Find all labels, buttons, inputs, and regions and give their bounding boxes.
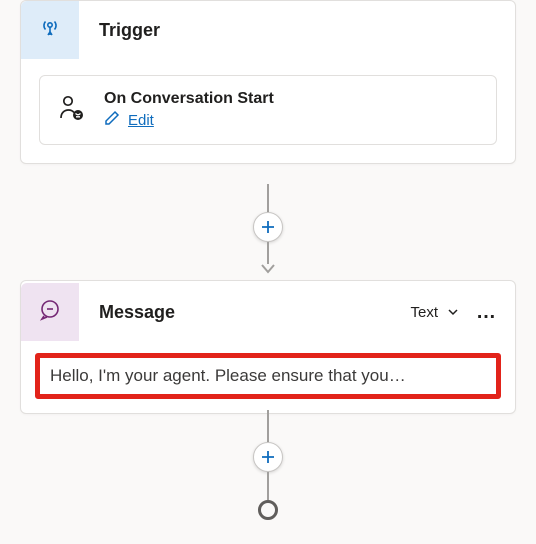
trigger-icon-tile bbox=[21, 1, 79, 59]
message-icon-tile bbox=[21, 283, 79, 341]
pencil-icon bbox=[104, 110, 120, 130]
connector-line bbox=[267, 472, 269, 500]
flow-end-terminator bbox=[258, 500, 278, 520]
plus-icon bbox=[260, 449, 276, 465]
connector-line bbox=[267, 184, 269, 212]
arrow-down-icon bbox=[259, 262, 277, 281]
plus-icon bbox=[260, 219, 276, 235]
edit-trigger-link[interactable]: Edit bbox=[104, 110, 274, 130]
add-node-button[interactable] bbox=[253, 442, 283, 472]
message-title: Message bbox=[99, 302, 175, 323]
message-type-label: Text bbox=[410, 304, 438, 321]
chevron-down-icon bbox=[446, 305, 460, 319]
antenna-icon bbox=[38, 16, 62, 45]
edit-trigger-label: Edit bbox=[128, 112, 154, 129]
message-text-input[interactable]: Hello, I'm your agent. Please ensure tha… bbox=[35, 353, 501, 399]
message-type-select[interactable]: Text bbox=[410, 304, 460, 321]
trigger-event-panel[interactable]: On Conversation Start Edit bbox=[39, 75, 497, 145]
chat-bubble-icon bbox=[38, 298, 62, 327]
connector-line bbox=[267, 242, 269, 264]
trigger-node-card: Trigger On Conversation Start bbox=[20, 0, 516, 164]
add-node-button[interactable] bbox=[253, 212, 283, 242]
connector-line bbox=[267, 410, 269, 442]
trigger-event-title: On Conversation Start bbox=[104, 90, 274, 108]
user-speech-icon bbox=[56, 93, 86, 128]
message-node-card: Message Text … Hello, I'm your agent. Pl… bbox=[20, 280, 516, 414]
more-horizontal-icon: … bbox=[476, 301, 497, 323]
message-more-button[interactable]: … bbox=[472, 299, 501, 326]
trigger-title: Trigger bbox=[99, 20, 160, 41]
